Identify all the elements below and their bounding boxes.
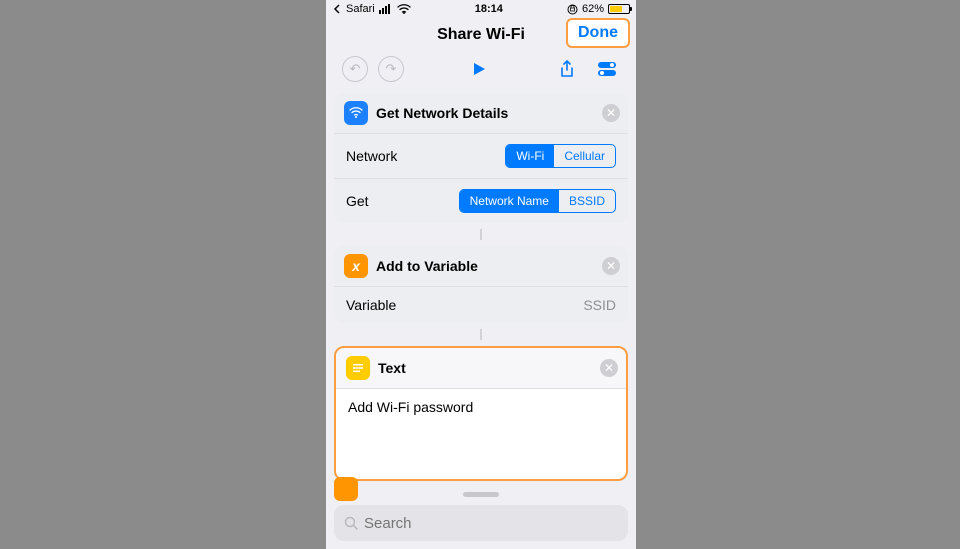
seg-bssid[interactable]: BSSID xyxy=(559,190,615,212)
status-time: 18:14 xyxy=(475,3,503,15)
play-button[interactable] xyxy=(466,56,492,82)
card-title: Get Network Details xyxy=(376,105,508,121)
connector-line xyxy=(326,229,636,240)
remove-action-button[interactable]: ✕ xyxy=(602,104,620,122)
toolbar: ↶ ↷ xyxy=(326,51,636,87)
done-button[interactable]: Done xyxy=(566,18,630,48)
next-card-icon xyxy=(334,477,358,501)
signal-bars-icon xyxy=(379,4,393,14)
status-app[interactable]: Safari xyxy=(346,3,375,15)
settings-toggle-icon[interactable] xyxy=(594,56,620,82)
page-title: Share Wi-Fi xyxy=(437,26,525,44)
wifi-icon xyxy=(397,4,411,14)
variable-icon: x xyxy=(344,254,368,278)
orientation-lock-icon xyxy=(567,4,578,15)
battery-icon xyxy=(608,4,630,14)
search-bar[interactable] xyxy=(334,505,628,541)
text-icon xyxy=(346,356,370,380)
undo-button[interactable]: ↶ xyxy=(342,56,368,82)
remove-action-button[interactable]: ✕ xyxy=(602,257,620,275)
network-segmented-control[interactable]: Wi-Fi Cellular xyxy=(505,144,616,168)
connector-line xyxy=(326,329,636,340)
add-to-variable-card: x Add to Variable ✕ Variable SSID xyxy=(334,246,628,323)
battery-pct: 62% xyxy=(582,3,604,15)
card-title: Text xyxy=(378,360,406,376)
card-title: Add to Variable xyxy=(376,258,478,274)
seg-cellular[interactable]: Cellular xyxy=(554,145,615,167)
search-input[interactable] xyxy=(364,515,618,532)
redo-button[interactable]: ↷ xyxy=(378,56,404,82)
get-network-details-card: Get Network Details ✕ Network Wi-Fi Cell… xyxy=(334,93,628,223)
row-label: Variable xyxy=(346,297,396,313)
get-segmented-control[interactable]: Network Name BSSID xyxy=(459,189,616,213)
row-label: Get xyxy=(346,193,369,209)
text-action-card: Text ✕ Add Wi-Fi password xyxy=(334,346,628,481)
nav-bar: Share Wi-Fi Done xyxy=(326,18,636,51)
wifi-square-icon xyxy=(344,101,368,125)
search-icon xyxy=(344,516,358,530)
back-to-app-icon[interactable] xyxy=(332,4,342,14)
share-icon[interactable] xyxy=(554,56,580,82)
status-bar: Safari 18:14 62% xyxy=(326,0,636,18)
sheet-grabber[interactable] xyxy=(463,492,499,497)
seg-wifi[interactable]: Wi-Fi xyxy=(506,145,554,167)
seg-network-name[interactable]: Network Name xyxy=(460,190,559,212)
row-label: Network xyxy=(346,148,397,164)
text-body-input[interactable]: Add Wi-Fi password xyxy=(336,389,626,479)
remove-action-button[interactable]: ✕ xyxy=(600,359,618,377)
phone-frame: Safari 18:14 62% Share Wi-Fi Done ↶ ↷ xyxy=(326,0,636,549)
variable-value[interactable]: SSID xyxy=(583,297,616,313)
